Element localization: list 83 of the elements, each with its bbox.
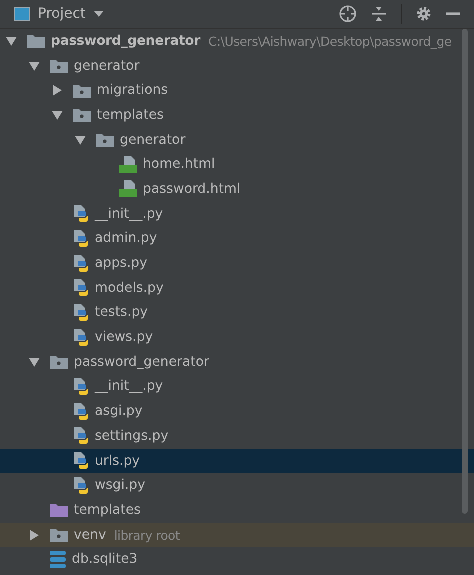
python-file-icon (73, 402, 89, 421)
tree-row[interactable]: wsgi.py (0, 473, 474, 498)
item-name: wsgi.py (95, 478, 146, 494)
database-icon (50, 550, 66, 569)
python-file-icon (73, 279, 89, 298)
tree-row[interactable]: db.sqlite3 (0, 547, 474, 572)
item-name: generator (120, 132, 186, 148)
scrollbar[interactable] (462, 29, 468, 514)
minimize-icon[interactable] (446, 12, 460, 16)
folder-icon (50, 355, 68, 370)
item-name: password_generator (74, 354, 210, 370)
highlighted-tree-row[interactable]: venv library root (0, 522, 474, 548)
tree-row[interactable]: migrations (0, 78, 474, 104)
item-name: apps.py (95, 256, 148, 272)
item-name: views.py (95, 330, 154, 346)
python-file-icon (73, 304, 89, 322)
folder-icon (50, 528, 68, 542)
locate-icon[interactable] (339, 5, 357, 23)
tree-row[interactable]: password_generator (0, 350, 474, 375)
tree-row[interactable]: tests.py (0, 300, 474, 326)
expanded-arrow-icon[interactable] (52, 110, 63, 121)
item-name: settings.py (95, 428, 169, 444)
expanded-arrow-icon[interactable] (75, 134, 86, 146)
expanded-arrow-icon[interactable] (29, 60, 40, 72)
panel-title[interactable]: Project (38, 6, 86, 22)
collapse-all-icon[interactable] (371, 6, 387, 22)
python-file-icon (73, 205, 89, 224)
settings-icon[interactable] (416, 6, 432, 22)
expanded-arrow-icon[interactable] (29, 356, 40, 368)
html-file-icon (119, 156, 137, 174)
item-name: db.sqlite3 (72, 552, 138, 568)
expanded-arrow-icon[interactable] (6, 36, 17, 47)
folder-path: C:\Users\Aishwary\Desktop\password_ge (208, 34, 452, 49)
tree-row[interactable]: settings.py (0, 424, 474, 449)
python-file-icon (73, 328, 89, 347)
python-file-icon (73, 378, 89, 396)
tree-row[interactable]: views.py (0, 325, 474, 350)
python-file-icon (73, 476, 89, 495)
html-file-icon (119, 180, 137, 198)
item-name: models.py (95, 280, 164, 296)
item-name: migrations (97, 83, 168, 98)
tree-row[interactable]: apps.py (0, 251, 474, 276)
item-name: generator (74, 58, 140, 74)
collapsed-arrow-icon[interactable] (52, 85, 63, 96)
folder-icon (27, 34, 45, 48)
item-name: urls.py (95, 454, 140, 469)
item-name: templates (74, 502, 141, 518)
tree-row[interactable]: admin.py (0, 226, 474, 252)
tree-row[interactable]: password.html (0, 177, 474, 202)
tree-row[interactable]: generator (0, 54, 474, 78)
item-name: home.html (143, 157, 216, 172)
item-name: tests.py (95, 305, 148, 320)
tree-row[interactable]: home.html (0, 152, 474, 178)
item-name: admin.py (95, 231, 158, 246)
folder-icon (96, 133, 114, 148)
project-icon (14, 7, 30, 21)
item-name: password_generator (51, 34, 200, 49)
tree-row[interactable]: templates (0, 498, 474, 523)
folder-icon (73, 84, 91, 98)
item-name: asgi.py (95, 404, 143, 420)
item-name: __init__.py (95, 206, 164, 222)
python-file-icon (73, 452, 89, 470)
folder-icon (50, 59, 68, 74)
folder-icon (50, 503, 68, 518)
item-name: password.html (143, 182, 241, 197)
python-file-icon (73, 254, 89, 273)
tree-row[interactable]: generator (0, 128, 474, 152)
tree-row[interactable]: __init__.py (0, 374, 474, 400)
item-name: venv (74, 528, 106, 543)
tree-row[interactable]: asgi.py (0, 399, 474, 424)
collapsed-arrow-icon[interactable] (29, 530, 40, 541)
item-name: templates (97, 108, 164, 123)
selected-tree-row[interactable]: urls.py (0, 448, 474, 474)
python-file-icon (73, 230, 89, 248)
tree-row[interactable]: models.py (0, 276, 474, 301)
python-file-icon (73, 427, 89, 446)
library-root-label: library root (114, 528, 180, 543)
folder-icon (73, 108, 91, 122)
tree-row[interactable]: templates (0, 103, 474, 128)
tree-row[interactable]: password_generator C:\Users\Aishwary\Desktop\password_ge (0, 29, 474, 54)
item-name: __init__.py (95, 379, 164, 394)
tree-row[interactable]: __init__.py (0, 202, 474, 226)
dropdown-caret-icon[interactable] (94, 11, 104, 17)
